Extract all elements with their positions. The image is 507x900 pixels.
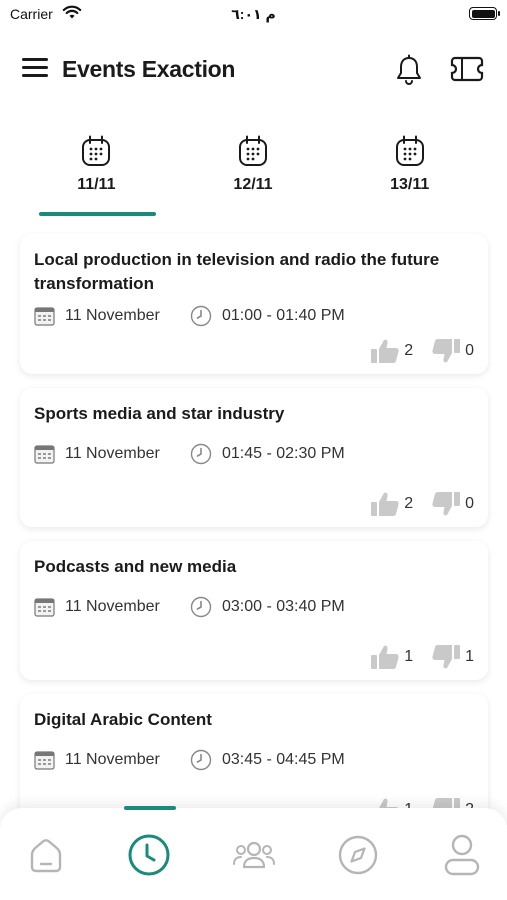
event-time: 03:45 - 04:45 PM [222,751,345,768]
event-meta: 11 November 03:45 - 04:45 PM [34,748,474,772]
event-time: 03:00 - 03:40 PM [222,598,345,615]
page-title: Events Exaction [62,56,236,82]
like-button[interactable]: 2 [370,338,413,364]
event-votes: 2 0 [352,338,474,364]
tab-date-label: 12/11 [233,176,273,193]
dislike-button[interactable]: 0 [431,491,474,517]
event-title: Local production in television and radio… [34,250,440,293]
event-time: 01:45 - 02:30 PM [222,445,345,462]
event-card[interactable]: Local production in television and radio… [20,234,488,374]
calendar-icon [82,135,111,166]
like-count: 2 [404,495,414,512]
thumbs-down-icon [432,339,461,363]
nav-schedule[interactable] [124,830,174,880]
date-tabs: 11/11 12/11 13/11 [18,130,488,220]
like-button[interactable]: 1 [370,644,413,670]
dislike-button[interactable]: 1 [431,644,474,670]
app-header: Events Exaction [0,46,507,94]
menu-icon[interactable] [22,58,48,80]
event-date: 11 November [65,751,160,768]
bell-icon[interactable] [394,54,424,86]
bottom-nav [0,806,507,900]
dislike-count: 1 [465,648,474,665]
event-votes: 1 1 [352,644,474,670]
tab-date-3[interactable]: 13/11 [331,130,488,220]
clock-small-icon [190,749,212,771]
thumbs-down-icon [432,645,461,669]
nav-profile[interactable] [437,830,487,880]
event-date: 11 November [65,598,160,615]
tab-date-1[interactable]: 11/11 [18,130,175,220]
clock-small-icon [190,596,212,618]
like-button[interactable]: 2 [370,491,413,517]
thumbs-up-icon [371,645,399,669]
event-meta: 11 November 01:00 - 01:40 PM [34,304,474,328]
event-title: Podcasts and new media [34,557,237,576]
people-icon [233,841,275,869]
event-meta: 11 November 01:45 - 02:30 PM [34,442,474,466]
event-date: 11 November [65,307,160,324]
thumbs-up-icon [371,492,399,516]
event-meta: 11 November 03:00 - 03:40 PM [34,595,474,619]
thumbs-down-icon [432,492,461,516]
nav-explore[interactable] [333,830,383,880]
calendar-small-icon [34,306,55,326]
event-votes: 2 0 [352,491,474,517]
ticket-icon[interactable] [450,55,484,83]
active-nav-indicator [124,806,176,810]
home-icon [30,839,62,873]
dislike-count: 0 [465,342,474,359]
nav-people[interactable] [229,830,279,880]
events-list: Local production in television and radio… [20,234,488,847]
nav-home[interactable] [21,830,71,880]
calendar-small-icon [34,597,55,617]
clock-small-icon [190,443,212,465]
dislike-button[interactable]: 0 [431,338,474,364]
event-title: Digital Arabic Content [34,710,212,729]
tab-date-label: 11/11 [77,176,116,193]
like-count: 2 [404,342,414,359]
event-date: 11 November [65,445,160,462]
event-card[interactable]: Sports media and star industry 11 Novemb… [20,388,488,527]
calendar-icon [239,135,267,166]
profile-icon [444,834,480,876]
dislike-count: 0 [465,495,474,512]
clock-icon [128,834,170,876]
battery-icon [469,7,500,20]
clock-small-icon [190,305,212,327]
event-time: 01:00 - 01:40 PM [222,307,345,324]
tab-date-2[interactable]: 12/11 [175,130,332,220]
selected-tab-indicator [39,212,156,216]
calendar-icon [395,135,424,166]
status-bar: Carrier م ٦:٠١ [0,0,507,30]
thumbs-up-icon [371,339,399,363]
event-card[interactable]: Podcasts and new media 11 November 03:00… [20,541,488,680]
clock-time: م ٦:٠١ [231,6,276,22]
like-count: 1 [404,648,414,665]
event-title: Sports media and star industry [34,404,285,423]
tab-date-label: 13/11 [390,176,430,193]
compass-icon [338,835,378,875]
calendar-small-icon [34,444,55,464]
calendar-small-icon [34,750,55,770]
